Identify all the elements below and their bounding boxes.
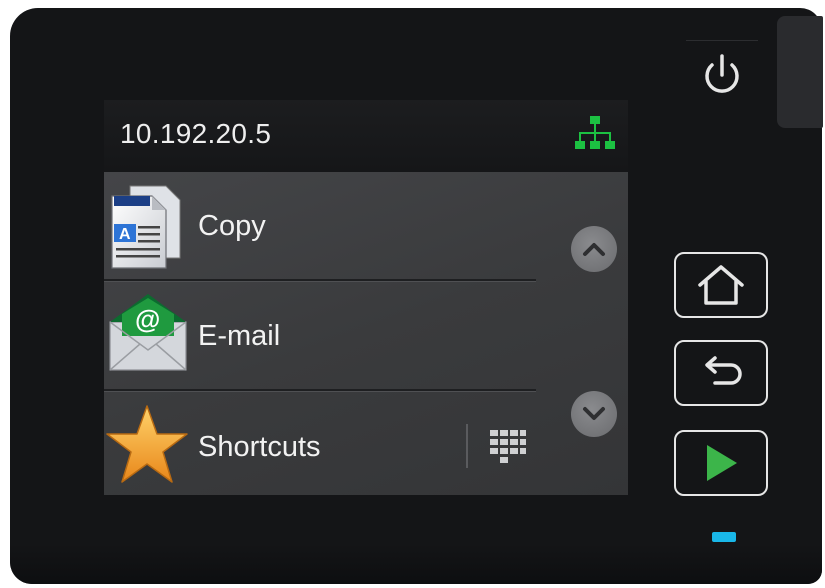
network-icon [575, 116, 615, 149]
home-icon [698, 265, 744, 305]
back-button[interactable] [674, 340, 768, 406]
copy-label: Copy [198, 210, 266, 242]
power-button[interactable] [694, 48, 750, 102]
copy-document-icon: A [111, 185, 181, 269]
menu-item-shortcuts[interactable]: Shortcuts [104, 392, 628, 495]
email-label: E-mail [198, 320, 281, 352]
status-header: 10.192.20.5 [104, 100, 628, 172]
star-icon [106, 405, 188, 483]
start-play-icon [707, 445, 737, 481]
svg-text:@: @ [135, 304, 160, 334]
chevron-up-icon [583, 243, 605, 256]
menu-divider [104, 279, 536, 282]
back-arrow-icon [705, 356, 742, 385]
panel-divider [686, 40, 758, 41]
status-led [712, 532, 736, 542]
keypad-icon[interactable] [488, 428, 528, 468]
svg-text:A: A [119, 226, 131, 243]
menu-list: A Copy @ E-mail Shortcuts [104, 172, 628, 495]
menu-item-email[interactable]: @ E-mail [104, 282, 536, 390]
chevron-down-icon [583, 407, 605, 420]
email-envelope-icon: @ [109, 294, 187, 371]
menu-divider [104, 389, 536, 392]
vertical-divider [466, 424, 468, 468]
ip-address: 10.192.20.5 [120, 118, 272, 149]
scroll-up-button[interactable] [571, 226, 617, 272]
side-tab [777, 16, 823, 128]
start-button[interactable] [674, 430, 768, 496]
power-icon [705, 54, 739, 93]
shortcuts-label: Shortcuts [198, 431, 321, 463]
touch-screen: 10.192.20.5 A Copy @ E-mail Shortcuts [104, 100, 628, 495]
home-button[interactable] [674, 252, 768, 318]
scroll-down-button[interactable] [571, 391, 617, 437]
menu-item-copy[interactable]: A Copy [104, 172, 536, 280]
